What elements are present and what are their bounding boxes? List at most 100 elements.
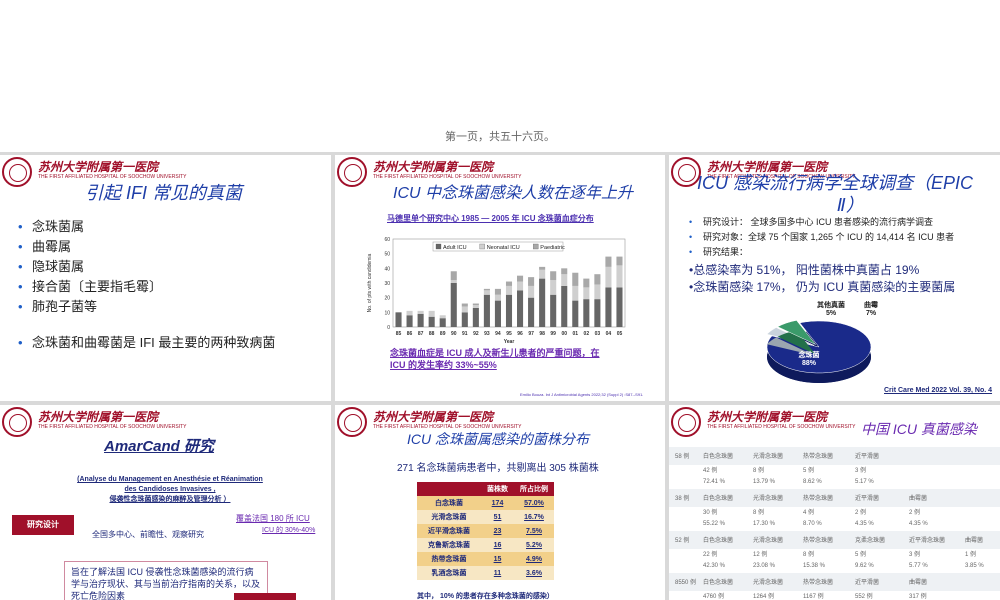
table-cell: 热带念珠菌 <box>803 580 834 586</box>
bar-paediatric <box>472 303 479 305</box>
table-cell: 近平滑菌 <box>855 454 880 460</box>
legend-swatch <box>533 243 539 250</box>
bar-adult-icu <box>406 315 413 327</box>
legend-label: Paediatric <box>540 245 565 251</box>
x-tick-label: 85 <box>396 331 402 337</box>
x-tick-label: 01 <box>573 331 579 337</box>
slide-thumbnail-4[interactable]: 苏州大学附属第一医院 THE FIRST AFFILIATED HOSPITAL… <box>0 405 331 600</box>
study-fullname-l2: des Candidoses Invasives , <box>124 486 216 493</box>
bar-adult-icu <box>483 294 490 327</box>
y-tick-label: 0 <box>387 325 390 331</box>
bullet-item: 研究结果： <box>689 245 954 260</box>
slide-title: ICU 感染流行病学全球调查（EPIC <box>697 173 974 193</box>
table-cell: 白色念珠菌 <box>703 580 734 586</box>
bullet-item: 肺孢子菌等 <box>18 297 162 317</box>
table-cell: 光滑念珠菌 <box>753 454 784 460</box>
table-cell: 42 例 <box>703 468 718 474</box>
table-cell: 8.62 % <box>803 479 822 485</box>
table-cell: 58 例 <box>675 454 690 460</box>
bar-adult-icu <box>517 290 524 327</box>
table-cell: 光滑念珠菌 <box>753 538 784 544</box>
table-header <box>417 482 481 496</box>
table-cell: 热带念珠菌 <box>803 538 834 544</box>
china-icu-table: 58 例白色念珠菌 光滑念珠菌 热带念珠菌 近平滑菌 42 例8 例5 例3 例 72.4… <box>669 447 1000 600</box>
table-cell: 5.2% <box>514 538 554 552</box>
table-cell-extra: 1 例 <box>965 552 977 558</box>
table-cell: 白色念珠菌 <box>703 538 734 544</box>
bar-paediatric <box>550 271 557 281</box>
table-cell: 2 例 <box>855 510 867 516</box>
pie-label-value: 5% <box>826 310 837 317</box>
slide-subtitle: 271 名念珠菌病患者中，共剔离出 305 株菌株 <box>397 463 599 474</box>
legend-swatch <box>479 243 485 250</box>
table-cell: 4 例 <box>803 510 815 516</box>
table-cell: 42.30 % <box>703 563 726 569</box>
table-cell: 3.6% <box>514 566 554 580</box>
bar-adult-icu <box>572 300 579 327</box>
table-cell: 1264 例 <box>753 594 775 600</box>
citation: Emilio Bouza. Int J Antimicrobial Agents… <box>520 392 644 397</box>
table-cell: 317 例 <box>909 594 927 600</box>
table-row: 近平滑念珠菌 23 7.5% <box>417 524 554 538</box>
conclusion-list: 念珠菌和曲霉菌是 IFI 最主要的两种致病菌 <box>18 333 275 353</box>
table-row: 克鲁斯念珠菌 16 5.2% <box>417 538 554 552</box>
bar-neonatal-icu <box>428 310 435 317</box>
table-header: 所占比例 <box>514 482 554 496</box>
x-tick-label: 05 <box>617 331 623 337</box>
bar-adult-icu <box>428 316 435 327</box>
slide-thumbnail-6[interactable]: 苏州大学附属第一医院 THE FIRST AFFILIATED HOSPITAL… <box>669 405 1000 600</box>
table-cell: 3 例 <box>855 468 867 474</box>
table-cell: 23.08 % <box>753 563 776 569</box>
design-label: 研究设计 <box>12 515 74 535</box>
slide-thumbnail-1[interactable]: 苏州大学附属第一医院 THE FIRST AFFILIATED HOSPITAL… <box>0 155 331 401</box>
table-cell: 15.38 % <box>803 563 826 569</box>
candidemia-bar-chart: 0102030405060No. of pts with candidemia8… <box>367 237 626 345</box>
bar-adult-icu <box>461 312 468 327</box>
scope-text: 覆盖法国 180 所 ICU <box>236 514 310 523</box>
slide-thumbnail-2[interactable]: 苏州大学附属第一医院 THE FIRST AFFILIATED HOSPITAL… <box>335 155 665 401</box>
table-cell: 白色念珠菌 <box>703 496 734 502</box>
table-cell: 17.30 % <box>753 521 776 527</box>
bar-paediatric <box>616 256 623 266</box>
table-cell-extra: 3.85 % <box>965 563 984 569</box>
logo-cn: 苏州大学附属第一医院 <box>707 410 828 424</box>
table-cell: 近平滑念珠菌 <box>909 538 946 544</box>
table-footnote: 其中， 10% 的患者存在多种念珠菌的感染） <box>417 593 554 600</box>
logo-en: THE FIRST AFFILIATED HOSPITAL OF SOOCHOW… <box>707 424 856 430</box>
seal-icon <box>2 157 32 187</box>
bar-paediatric <box>594 274 601 285</box>
strain-table: 菌株数 所占比例 白念珠菌 174 57.0% 光滑念珠菌 51 16.7% 近平滑念珠… <box>417 482 554 580</box>
x-tick-label: 92 <box>473 331 479 337</box>
table-cell: 8.70 % <box>803 521 822 527</box>
bar-adult-icu <box>494 300 501 327</box>
bar-paediatric <box>461 303 468 307</box>
bar-adult-icu <box>561 285 568 327</box>
table-cell: 5 例 <box>803 468 815 474</box>
table-cell: 近平滑菌 <box>855 496 880 502</box>
x-tick-label: 86 <box>407 331 413 337</box>
bar-paediatric <box>494 288 501 295</box>
bar-neonatal-icu <box>572 285 579 301</box>
bar-neonatal-icu <box>528 285 535 298</box>
bullet-item: 念珠菌属 <box>18 217 162 237</box>
table-cell: 1167 例 <box>803 594 824 600</box>
table-cell: 552 例 <box>855 594 873 600</box>
bar-adult-icu <box>583 299 590 327</box>
y-tick-label: 30 <box>384 281 390 287</box>
chart-note: 念珠菌血症是 ICU 成人及新生儿患者的严重问题，在 ICU 的发生率约 33%… <box>390 348 600 370</box>
logo-en: THE FIRST AFFILIATED HOSPITAL OF SOOCHOW… <box>38 424 187 430</box>
x-tick-label: 99 <box>550 331 556 337</box>
table-cell: 光滑念珠菌 <box>753 496 784 502</box>
bullet-item: 隐球菌属 <box>18 257 162 277</box>
table-cell: 13.79 % <box>753 479 776 485</box>
x-tick-label: 03 <box>595 331 601 337</box>
bar-paediatric <box>505 281 513 286</box>
slide-thumbnail-5[interactable]: 苏州大学附属第一医院 THE FIRST AFFILIATED HOSPITAL… <box>335 405 665 600</box>
pie-label-name: 念珠菌 <box>799 350 820 359</box>
slide-thumbnail-3[interactable]: 苏州大学附属第一医院 THE FIRST AFFILIATED HOSPITAL… <box>669 155 1000 401</box>
bar-neonatal-icu <box>417 310 424 314</box>
study-fullname-l3: 侵袭性念珠菌感染的麻醉及管理分析 ） <box>109 496 231 503</box>
table-row: 光滑念珠菌 51 16.7% <box>417 510 554 524</box>
table-cell: 乳酒念珠菌 <box>417 566 481 580</box>
x-tick-label: 97 <box>528 331 534 337</box>
